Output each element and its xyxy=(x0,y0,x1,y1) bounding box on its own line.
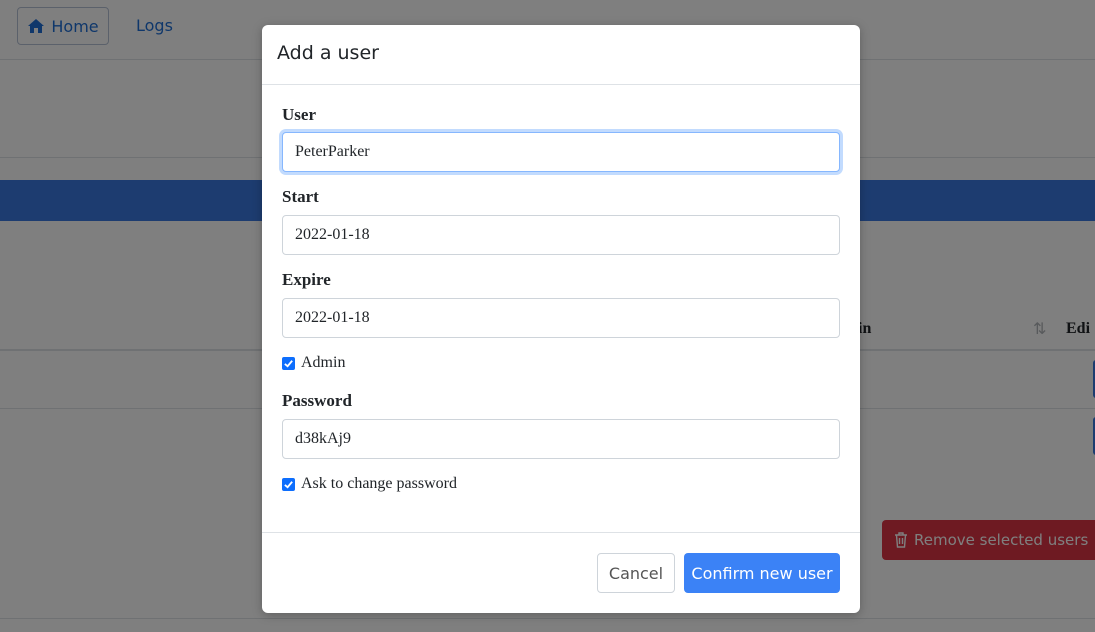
cancel-button[interactable]: Cancel xyxy=(597,553,675,593)
modal-footer-divider xyxy=(262,532,860,533)
ask-change-password-label: Ask to change password xyxy=(301,475,457,492)
ask-change-password-row[interactable]: Ask to change password xyxy=(282,475,457,493)
user-label: User xyxy=(282,105,316,124)
ask-change-password-checkbox[interactable] xyxy=(282,477,295,491)
password-label: Password xyxy=(282,391,352,410)
confirm-new-user-button[interactable]: Confirm new user xyxy=(684,553,840,593)
expire-label: Expire xyxy=(282,270,331,289)
modal-header: Add a user xyxy=(262,25,860,85)
password-input[interactable] xyxy=(282,419,840,459)
check-icon xyxy=(284,480,293,489)
user-input[interactable] xyxy=(282,132,840,172)
admin-checkbox[interactable] xyxy=(282,356,295,370)
start-date-input[interactable] xyxy=(282,215,840,255)
add-user-modal: Add a user User Start Expire Admin Passw… xyxy=(262,25,860,613)
admin-checkbox-row[interactable]: Admin xyxy=(282,354,345,372)
start-label: Start xyxy=(282,187,319,206)
expire-date-input[interactable] xyxy=(282,298,840,338)
check-icon xyxy=(284,359,293,368)
admin-checkbox-label: Admin xyxy=(301,354,346,371)
modal-title: Add a user xyxy=(277,42,379,64)
